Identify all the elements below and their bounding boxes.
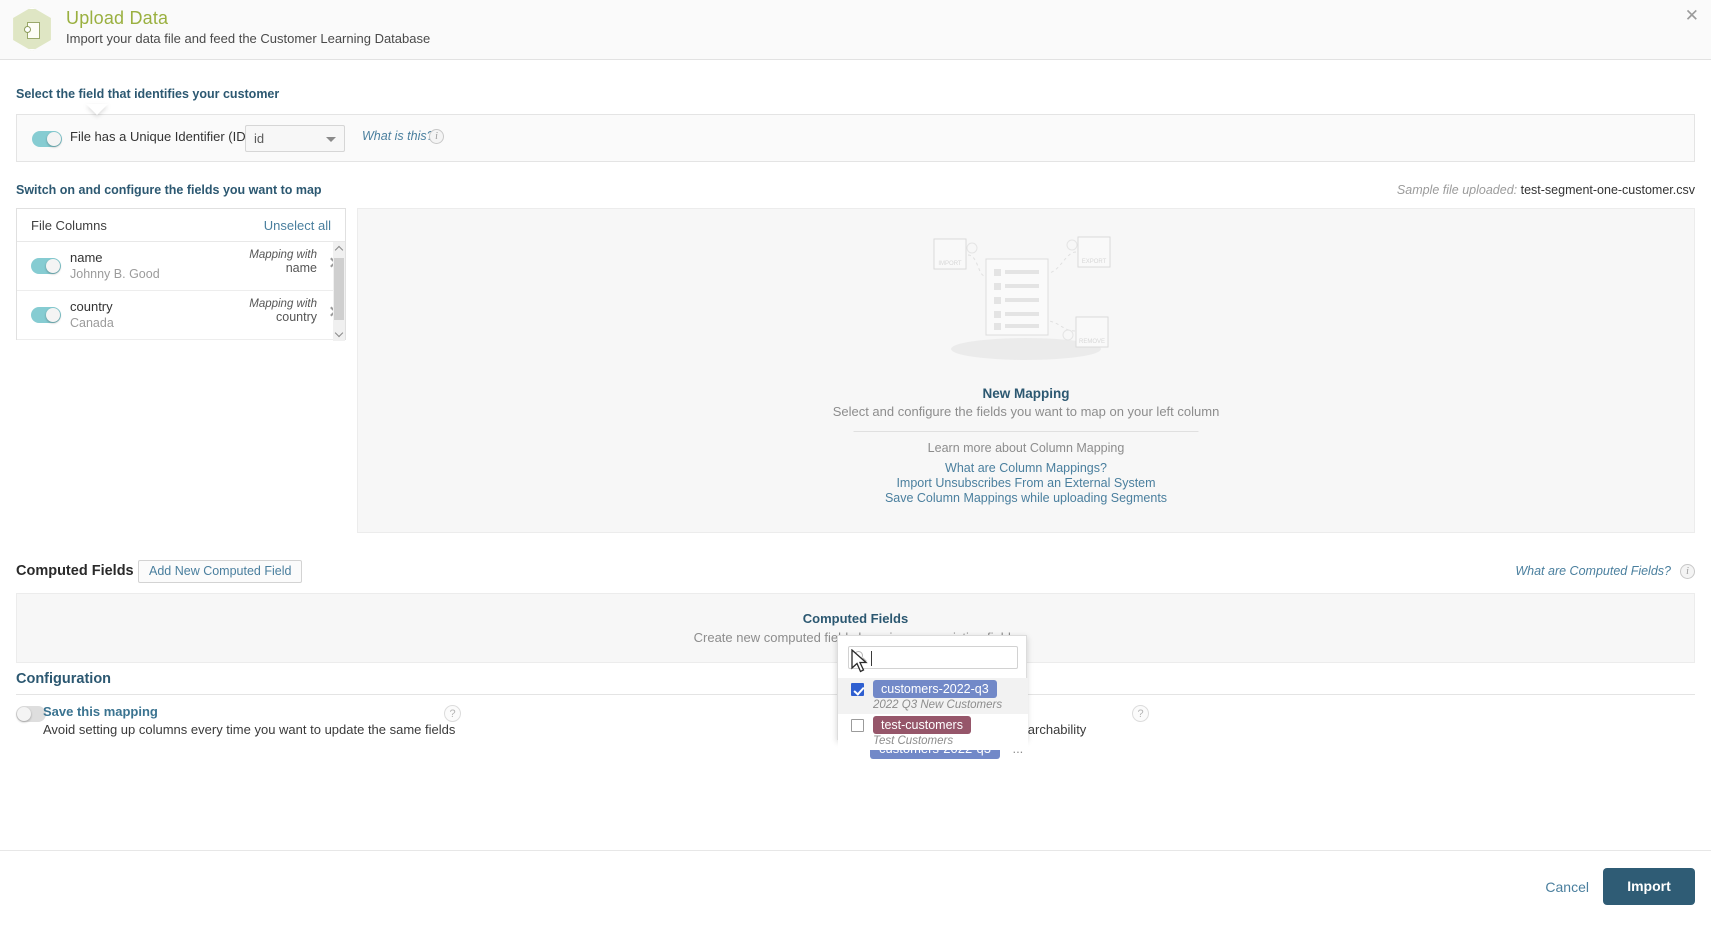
close-icon[interactable]: ✕ [1681,3,1703,28]
unique-identifier-toggle[interactable] [32,131,62,147]
column-name: country [70,299,113,314]
column-mapping-info: Mapping with country [207,298,317,324]
file-columns-panel: File Columns Unselect all name Johnny B.… [16,208,346,341]
tag-checkbox[interactable] [851,683,864,696]
mapping-prefix: Mapping with [249,249,317,261]
tag-label: customers-2022-q3 [873,680,997,698]
map-section-label: Switch on and configure the fields you w… [16,183,322,197]
page-title: Upload Data [66,8,169,28]
column-sample-value: Canada [70,316,114,330]
info-icon[interactable]: i [1680,564,1695,579]
svg-text:EXPORT: EXPORT [1082,259,1107,265]
dialog-footer: Cancel Import [0,850,1711,932]
mapping-pane-subtitle: Select and configure the fields you want… [832,404,1220,419]
page-subtitle: Import your data file and feed the Custo… [66,31,431,46]
identify-section-label: Select the field that identifies your cu… [16,87,280,101]
help-link-column-mappings[interactable]: What are Column Mappings? [358,461,1694,475]
file-columns-header: File Columns Unselect all [17,209,345,242]
learn-more-label: Learn more about Column Mapping [927,441,1125,455]
save-mapping-toggle[interactable] [16,706,46,722]
tag-description: 2022 Q3 New Customers [873,699,1003,711]
file-columns-scrollbar[interactable] [333,242,345,341]
tag-option-customers-2022-q3[interactable]: customers-2022-q3 2022 Q3 New Customers [838,678,1028,714]
unselect-all-link[interactable]: Unselect all [264,218,331,233]
scroll-down-icon[interactable] [334,328,344,338]
tag-description: Test Customers [873,735,954,747]
info-icon[interactable]: i [429,129,444,144]
identifier-field-value: id [254,131,265,146]
sample-file-label: Sample file uploaded: [1396,183,1518,197]
unique-identifier-row: File has a Unique Identifier (ID) id Wha… [16,114,1695,162]
dialog-header: Upload Data Import your data file and fe… [0,0,1711,60]
cancel-button[interactable]: Cancel [1545,879,1589,895]
import-button[interactable]: Import [1603,868,1695,905]
mapping-pane-title: New Mapping [982,386,1070,401]
upload-document-icon [10,7,54,51]
column-toggle-name[interactable] [31,258,61,274]
file-columns-title: File Columns [31,218,107,233]
table-row[interactable]: country Canada Mapping with country [17,291,345,340]
tag-option-test-customers[interactable]: test-customers Test Customers [838,714,1028,750]
identifier-field-select[interactable]: id [245,125,345,152]
svg-text:IMPORT: IMPORT [938,261,962,267]
mouse-cursor [851,649,868,673]
computed-fields-empty-title: Computed Fields [802,611,909,626]
save-mapping-description: Avoid setting up columns every time you … [43,722,456,737]
tag-checkbox[interactable] [851,719,864,732]
mapping-target: name [285,261,317,275]
new-mapping-pane: IMPORT EXPORT REMOVE New Mapping Select … [357,208,1695,533]
svg-text:REMOVE: REMOVE [1079,339,1105,345]
sample-file-name: test-segment-one-customer.csv [1520,183,1695,197]
help-link-save-mappings[interactable]: Save Column Mappings while uploading Seg… [358,491,1694,505]
configuration-title: Configuration [16,671,112,687]
mapping-prefix: Mapping with [249,298,317,310]
help-link-import-unsubscribes[interactable]: Import Unsubscribes From an External Sys… [358,476,1694,490]
tag-label: test-customers [873,716,971,734]
help-icon[interactable]: ? [444,705,461,722]
help-icon[interactable]: ? [1132,705,1149,722]
add-computed-field-button[interactable]: Add New Computed Field [138,560,303,583]
column-name: name [70,250,103,265]
text-cursor [871,651,872,666]
column-mapping-info: Mapping with name [207,249,317,275]
mapping-target: country [276,310,317,324]
divider [853,431,1199,432]
column-toggle-country[interactable] [31,307,61,323]
what-is-this-link[interactable]: What is this? [362,129,434,143]
dropdown-pointer [86,104,108,115]
save-mapping-heading: Save this mapping [43,704,158,719]
tag-search-input[interactable] [848,646,1018,669]
unique-identifier-label: File has a Unique Identifier (ID) [70,129,250,144]
chevron-down-icon [326,137,336,142]
column-sample-value: Johnny B. Good [70,267,160,281]
scroll-up-icon[interactable] [334,245,344,255]
table-row[interactable]: name Johnny B. Good Mapping with name [17,242,345,291]
what-are-computed-fields-link[interactable]: What are Computed Fields? [1515,564,1671,578]
mapping-illustration: IMPORT EXPORT REMOVE [933,236,1111,360]
upload-data-dialog: Upload Data Import your data file and fe… [0,0,1711,932]
scrollbar-thumb[interactable] [334,258,344,320]
computed-fields-title: Computed Fields [16,563,134,579]
sample-file-info: Sample file uploaded: test-segment-one-c… [1397,183,1695,197]
